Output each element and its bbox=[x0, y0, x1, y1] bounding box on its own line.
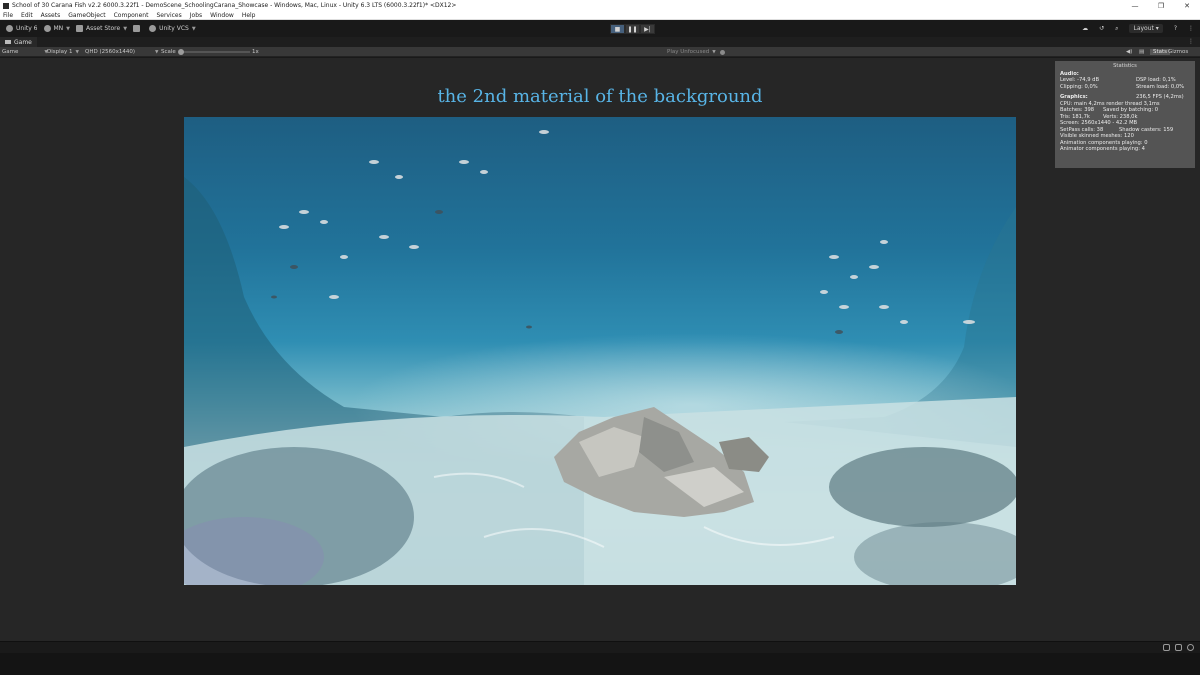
chevron-down-icon: ▼ bbox=[66, 25, 71, 32]
menu-services[interactable]: Services bbox=[156, 12, 181, 19]
stats-animator-components: Animator components playing: 4 bbox=[1060, 146, 1145, 152]
branch-icon bbox=[149, 25, 157, 32]
account-dropdown[interactable]: MN ▼ bbox=[43, 25, 71, 32]
asset-store-icon bbox=[76, 25, 84, 32]
game-view-toolbar: Game ▼ Display 1 ▼ QHD (2560x1440) ▼ Sca… bbox=[0, 47, 1200, 57]
editor-tab-bar: Game ⋮ bbox=[0, 37, 1200, 47]
view-mode-label: Game bbox=[2, 49, 19, 55]
status-bar-icons bbox=[1158, 644, 1194, 651]
statistics-overlay: Statistics Audio: Level: -74,9 dB DSP lo… bbox=[1055, 61, 1195, 168]
unity-app-icon bbox=[3, 2, 9, 9]
gizmos-label: Gizmos bbox=[1168, 49, 1189, 55]
menu-help[interactable]: Help bbox=[242, 12, 256, 19]
minimize-button[interactable]: — bbox=[1122, 0, 1148, 11]
layout-dropdown[interactable]: Layout ▾ bbox=[1129, 24, 1163, 33]
menu-edit[interactable]: Edit bbox=[21, 12, 33, 19]
scene-caption: the 2nd material of the background bbox=[437, 86, 763, 107]
asset-store-dropdown[interactable]: Asset Store ▼ bbox=[76, 25, 127, 32]
stats-title: Statistics bbox=[1113, 63, 1137, 69]
notifications-icon[interactable] bbox=[1175, 644, 1182, 651]
more-icon[interactable]: ⋮ bbox=[1188, 25, 1194, 32]
account-icon bbox=[43, 25, 51, 32]
menu-assets[interactable]: Assets bbox=[41, 12, 61, 19]
stats-batches: Batches: 398 bbox=[1060, 107, 1095, 113]
main-toolbar: Unity 6 MN ▼ Asset Store ▼ Unity VCS ▼ bbox=[0, 20, 1200, 37]
stats-graphics-header: Graphics: bbox=[1060, 94, 1088, 100]
gamepad-icon bbox=[5, 40, 11, 44]
menu-gameobject[interactable]: GameObject bbox=[68, 12, 105, 19]
help-icon[interactable]: ? bbox=[1174, 25, 1177, 32]
menu-bar: File Edit Assets GameObject Component Se… bbox=[0, 11, 1200, 20]
cloud-icon[interactable]: ☁ bbox=[1082, 25, 1088, 32]
stats-stream-load: Stream load: 0,0% bbox=[1136, 83, 1185, 90]
scale-label: Scale bbox=[161, 49, 176, 55]
maximize-button[interactable]: ❐ bbox=[1148, 0, 1174, 11]
version-control-dropdown[interactable]: Unity VCS ▼ bbox=[149, 25, 196, 32]
mute-toggle-icon[interactable] bbox=[719, 49, 725, 55]
close-button[interactable]: ✕ bbox=[1174, 0, 1200, 11]
stats-setpass: SetPass calls: 38 bbox=[1060, 126, 1104, 133]
tab-game[interactable]: Game bbox=[0, 37, 37, 47]
toolbar-right: ☁ ↺ ⌕ Layout ▾ ? ⋮ bbox=[1071, 20, 1194, 37]
scale-value: 1x bbox=[252, 49, 259, 55]
unity-logo-icon bbox=[6, 25, 13, 32]
menu-file[interactable]: File bbox=[3, 12, 13, 19]
resolution-label: QHD (2560x1440) bbox=[85, 49, 135, 55]
display-label: Display 1 bbox=[47, 49, 73, 55]
chevron-down-icon: ▼ bbox=[75, 49, 79, 55]
stats-tris: Tris: 181,7k bbox=[1060, 113, 1090, 120]
window-title: School of 30 Carana Fish v2.2 6000.3.22f… bbox=[12, 2, 457, 9]
step-button[interactable]: ▶| bbox=[640, 24, 655, 34]
stats-row: Clipping: 0,0% Stream load: 0,0% bbox=[1060, 84, 1190, 91]
menu-jobs[interactable]: Jobs bbox=[190, 12, 202, 19]
asset-store-label: Asset Store bbox=[86, 25, 121, 32]
resolution-dropdown[interactable]: QHD (2560x1440) ▼ bbox=[85, 47, 158, 57]
unity-button[interactable]: Unity 6 bbox=[6, 25, 38, 32]
console-icon[interactable] bbox=[1163, 644, 1170, 651]
status-bar bbox=[0, 641, 1200, 653]
play-focus-label: Play Unfocused bbox=[667, 49, 710, 55]
gizmos-dropdown[interactable]: Gizmos bbox=[1168, 47, 1188, 57]
package-manager-button[interactable] bbox=[133, 25, 143, 32]
chevron-down-icon: ▼ bbox=[155, 49, 159, 55]
render-options-icon[interactable]: ▤ bbox=[1139, 47, 1144, 57]
vcs-label: Unity VCS bbox=[159, 25, 189, 32]
menu-window[interactable]: Window bbox=[210, 12, 234, 19]
account-label: MN bbox=[53, 25, 64, 32]
unity-label: Unity 6 bbox=[16, 25, 38, 32]
search-icon[interactable]: ⌕ bbox=[1115, 25, 1118, 33]
chevron-down-icon: ▼ bbox=[712, 49, 716, 55]
chevron-down-icon: ▼ bbox=[191, 25, 196, 32]
window-controls: — ❐ ✕ bbox=[1122, 0, 1200, 11]
menu-component[interactable]: Component bbox=[114, 12, 149, 19]
scale-slider-handle[interactable] bbox=[178, 49, 184, 55]
chevron-down-icon: ▼ bbox=[123, 25, 128, 32]
bottom-strip bbox=[0, 653, 1200, 675]
stats-level: Level: -74,9 dB bbox=[1060, 77, 1100, 83]
audio-mute-icon[interactable]: ◀) bbox=[1126, 47, 1132, 57]
view-mode-dropdown[interactable]: Game ▼ bbox=[2, 47, 48, 57]
history-icon[interactable]: ↺ bbox=[1099, 25, 1104, 32]
package-icon bbox=[133, 25, 141, 32]
display-dropdown[interactable]: Display 1 ▼ bbox=[47, 47, 79, 57]
stats-clipping: Clipping: 0,0% bbox=[1060, 83, 1098, 90]
tab-game-label: Game bbox=[14, 38, 32, 46]
pause-button[interactable]: ❚❚ bbox=[625, 24, 640, 34]
play-stop-button[interactable]: ■ bbox=[610, 24, 625, 34]
layout-label: Layout bbox=[1133, 25, 1154, 32]
scale-slider-track[interactable] bbox=[180, 51, 250, 53]
play-focus-dropdown[interactable]: Play Unfocused ▼ bbox=[667, 47, 725, 57]
underwater-scene-image bbox=[184, 117, 1016, 585]
play-controls: ■ ❚❚ ▶| bbox=[610, 24, 655, 34]
window-title-bar: School of 30 Carana Fish v2.2 6000.3.22f… bbox=[0, 0, 1200, 11]
tab-menu-icon[interactable]: ⋮ bbox=[1188, 38, 1194, 45]
progress-icon[interactable] bbox=[1187, 644, 1194, 651]
